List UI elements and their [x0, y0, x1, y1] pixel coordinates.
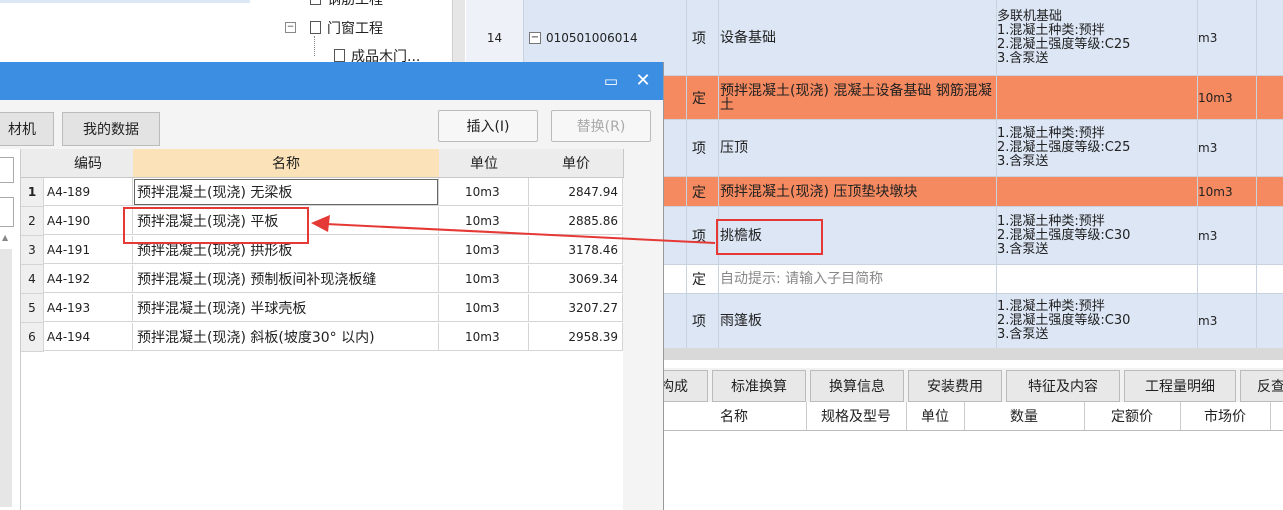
annotation-arrow: [311, 215, 716, 244]
